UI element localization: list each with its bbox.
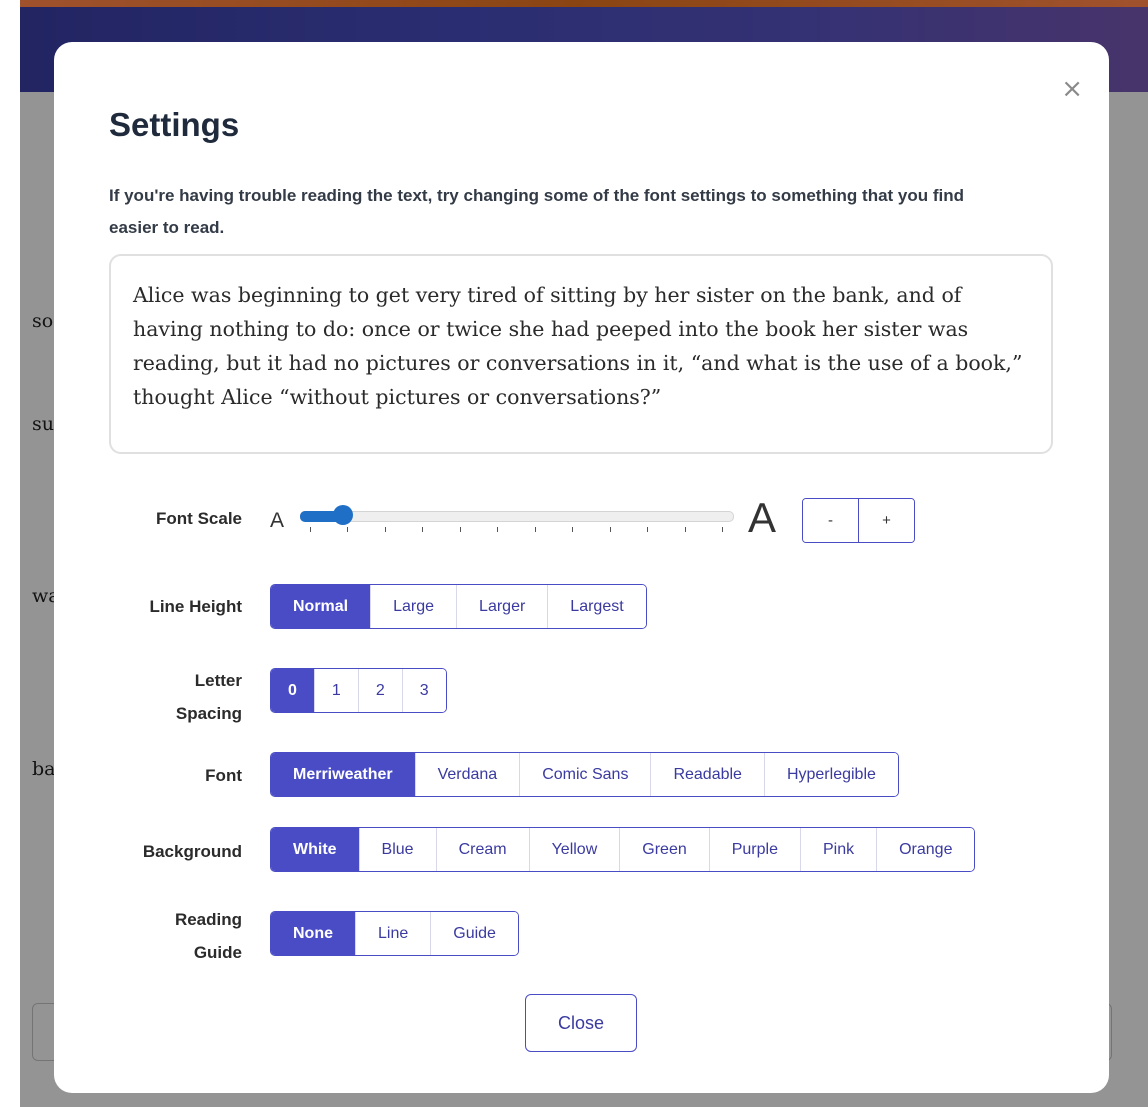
- settings-modal: × Settings If you're having trouble read…: [54, 42, 1109, 1093]
- preview-box: Alice was beginning to get very tired of…: [109, 254, 1053, 454]
- font-option-merriweather[interactable]: Merriweather: [271, 753, 416, 796]
- letter-spacing-option-2[interactable]: 2: [358, 669, 403, 712]
- background-option-white[interactable]: White: [271, 828, 360, 871]
- font-scale-tick: [310, 527, 311, 532]
- background-option-blue[interactable]: Blue: [359, 828, 437, 871]
- letter-spacing-option-0[interactable]: 0: [271, 669, 315, 712]
- background-options: White Blue Cream Yellow Green Purple Pink Orang…: [270, 827, 976, 872]
- font-option-verdana[interactable]: Verdana: [415, 753, 521, 796]
- background-option-pink[interactable]: Pink: [800, 828, 878, 871]
- letter-spacing-label-line1: Letter: [194, 671, 242, 690]
- font-increase-button[interactable]: +: [858, 499, 914, 542]
- font-scale-tick: [459, 527, 461, 532]
- line-height-option-largest[interactable]: Largest: [548, 585, 646, 628]
- font-scale-tick: [572, 527, 574, 532]
- reading-guide-option-none[interactable]: None: [271, 912, 356, 955]
- font-option-comic-sans[interactable]: Comic Sans: [520, 753, 652, 796]
- modal-title: Settings: [109, 106, 240, 143]
- font-scale-small-a: A: [270, 509, 285, 532]
- font-scale-large-a: A: [748, 494, 777, 541]
- background-option-green[interactable]: Green: [620, 828, 710, 871]
- line-height-option-larger[interactable]: Larger: [457, 585, 549, 628]
- font-scale-slider-thumb[interactable]: [333, 505, 354, 525]
- font-scale-stepper: - +: [802, 498, 915, 543]
- reading-guide-options: None Line Guide: [270, 911, 519, 956]
- modal-description: If you're having trouble reading the tex…: [109, 186, 965, 237]
- background-option-cream[interactable]: Cream: [436, 828, 530, 871]
- background-option-yellow[interactable]: Yellow: [529, 828, 621, 871]
- reading-guide-label: Reading Guide: [54, 903, 242, 969]
- reading-guide-option-guide[interactable]: Guide: [431, 912, 518, 955]
- close-button[interactable]: Close: [525, 994, 637, 1052]
- background-label: Background: [142, 842, 242, 861]
- letter-spacing-option-3[interactable]: 3: [402, 669, 446, 712]
- letter-spacing-option-1[interactable]: 1: [314, 669, 359, 712]
- font-scale-tick: [497, 527, 499, 532]
- font-scale-tick: [534, 527, 536, 532]
- font-scale-slider-track[interactable]: [300, 511, 734, 522]
- font-scale-tick: [422, 527, 424, 532]
- font-scale-tick: [384, 527, 386, 532]
- font-option-hyperlegible[interactable]: Hyperlegible: [764, 753, 898, 796]
- background-option-purple[interactable]: Purple: [709, 828, 801, 871]
- font-scale-label: Font Scale: [156, 509, 242, 528]
- background-left-edge: [0, 0, 20, 1107]
- font-scale-tick: [722, 527, 723, 532]
- reading-guide-label-line2: Guide: [193, 943, 242, 962]
- line-height-option-large[interactable]: Large: [371, 585, 458, 628]
- font-decrease-button[interactable]: -: [803, 499, 858, 542]
- letter-spacing-label: Letter Spacing: [54, 664, 242, 730]
- line-height-label: Line Height: [149, 597, 242, 616]
- reading-guide-label-line1: Reading: [174, 910, 242, 929]
- background-option-orange[interactable]: Orange: [877, 828, 975, 871]
- letter-spacing-label-line2: Spacing: [175, 704, 242, 723]
- font-scale-tick: [684, 527, 686, 532]
- letter-spacing-options: 0123: [270, 668, 447, 713]
- font-label: Font: [205, 766, 242, 785]
- font-scale-tick: [647, 527, 649, 532]
- font-option-readable[interactable]: Readable: [651, 753, 765, 796]
- preview-text: Alice was beginning to get very tired of…: [133, 283, 1023, 409]
- line-height-option-normal[interactable]: Normal: [271, 585, 372, 628]
- font-options: Merriweather Verdana Comic Sans Readable Hyp…: [270, 752, 899, 797]
- line-height-options: Normal Large Larger Largest: [270, 584, 647, 629]
- close-icon[interactable]: ×: [1061, 76, 1083, 102]
- font-scale-tick: [347, 527, 349, 532]
- font-scale-tick: [609, 527, 611, 532]
- reading-guide-option-line[interactable]: Line: [356, 912, 432, 955]
